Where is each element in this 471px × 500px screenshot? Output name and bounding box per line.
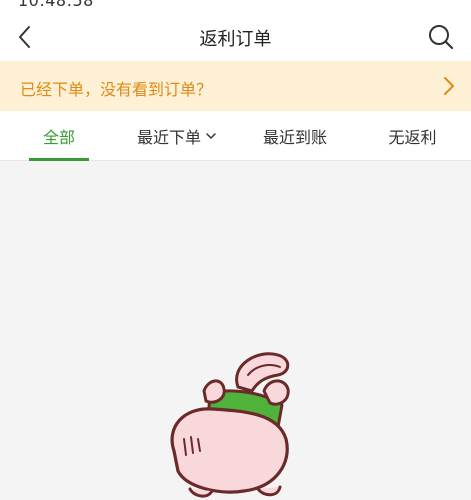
chevron-right-icon xyxy=(444,77,454,95)
tab-label: 全部 xyxy=(42,128,75,147)
order-filter-tabs: 全部 最近下单 最近到账 无返利 xyxy=(0,111,471,161)
nav-bar: 返利订单 xyxy=(0,14,471,61)
page-title: 返利订单 xyxy=(199,29,272,50)
tab-label: 最近到账 xyxy=(262,128,327,147)
search-button[interactable] xyxy=(427,23,455,51)
tab-recent-credited[interactable]: 最近到账 xyxy=(236,111,354,161)
search-icon xyxy=(429,25,454,50)
tab-label: 无返利 xyxy=(388,128,437,147)
tab-no-rebate[interactable]: 无返利 xyxy=(354,111,471,161)
missing-order-notice[interactable]: 已经下单，没有看到订单？ xyxy=(0,61,471,111)
empty-order-list xyxy=(0,161,471,500)
tab-all[interactable]: 全部 xyxy=(0,111,118,161)
status-time: 10:48:58 xyxy=(18,0,94,10)
notice-text: 已经下单，没有看到订单？ xyxy=(20,80,213,99)
tab-recent-orders[interactable]: 最近下单 xyxy=(118,111,236,161)
status-bar: 10:48:58 xyxy=(0,0,471,14)
sleeping-bunny-illustration xyxy=(170,352,290,498)
tab-label: 最近下单 xyxy=(136,128,201,147)
chevron-down-icon xyxy=(206,133,216,139)
